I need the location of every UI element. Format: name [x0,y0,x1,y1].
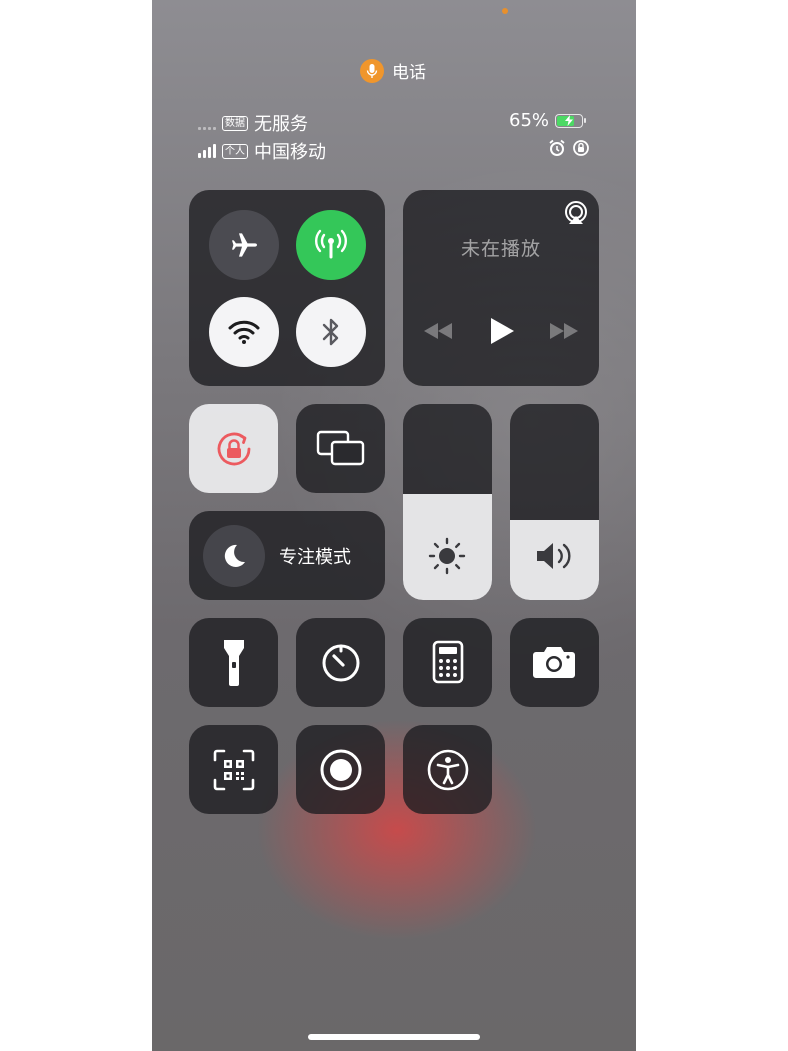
camera-button[interactable] [510,618,599,707]
privacy-indicator-dot [502,8,508,14]
bluetooth-toggle[interactable] [296,297,366,367]
alarm-icon [549,139,565,156]
now-playing-module[interactable]: 未在播放 [403,190,599,386]
home-indicator[interactable] [308,1034,480,1040]
signal-bars-icon [198,144,216,158]
battery-percent: 65% [509,110,550,131]
sim1-tag: 数据 [222,115,248,131]
camera-icon [533,647,575,678]
timer-icon [322,644,360,682]
calculator-button[interactable] [403,618,492,707]
screen-recording-icon [320,749,362,791]
play-icon[interactable] [489,316,515,346]
airplane-icon [232,233,257,257]
qr-code-scanner-button[interactable] [189,725,278,814]
wifi-icon [228,320,260,344]
speaker-icon [537,543,571,569]
flashlight-button[interactable] [189,618,278,707]
connectivity-module [189,190,385,386]
status-icons [548,139,590,157]
focus-label: 专注模式 [279,547,351,568]
screen-recording-button[interactable] [296,725,385,814]
screen-mirroring-button[interactable] [296,404,385,493]
wifi-toggle[interactable] [209,297,279,367]
control-center: 电话 数据 无服务 个人 中国移动 65% 未在播放 专注模式 [152,0,636,1051]
active-call-indicator[interactable]: 电话 [360,58,426,83]
rewind-icon[interactable] [423,322,453,340]
now-playing-label: 未在播放 [460,238,541,260]
airplane-mode-toggle[interactable] [209,210,279,280]
moon-icon-wrap [203,525,265,587]
sim2-status: 个人 中国移动 [198,138,326,164]
cellular-data-toggle[interactable] [296,210,366,280]
orientation-lock-icon [573,140,589,156]
call-label: 电话 [392,63,426,83]
flashlight-icon [224,640,244,686]
moon-icon [224,544,245,567]
sim2-carrier: 中国移动 [254,142,326,163]
orientation-lock-button[interactable] [189,404,278,493]
microphone-icon [360,58,384,83]
sim1-carrier: 无服务 [254,114,308,135]
focus-mode-button[interactable]: 专注模式 [189,511,385,600]
battery-status: 65% [509,110,587,131]
qr-code-scanner-icon [213,749,255,791]
battery-icon [555,113,587,128]
signal-bars-icon [198,116,216,130]
sim1-status: 数据 无服务 [198,110,308,136]
screen-mirroring-icon [316,430,365,466]
brightness-slider[interactable] [403,404,492,600]
volume-slider[interactable] [510,404,599,600]
sim2-tag: 个人 [222,143,248,159]
orientation-lock-icon [217,432,251,466]
accessibility-button[interactable] [403,725,492,814]
airplay-icon[interactable] [563,200,589,226]
fast-forward-icon[interactable] [549,322,579,340]
accessibility-icon [427,749,469,791]
sun-icon [428,537,466,575]
cellular-antenna-icon [315,229,347,259]
calculator-icon [432,640,464,684]
timer-button[interactable] [296,618,385,707]
bluetooth-icon [322,318,339,346]
